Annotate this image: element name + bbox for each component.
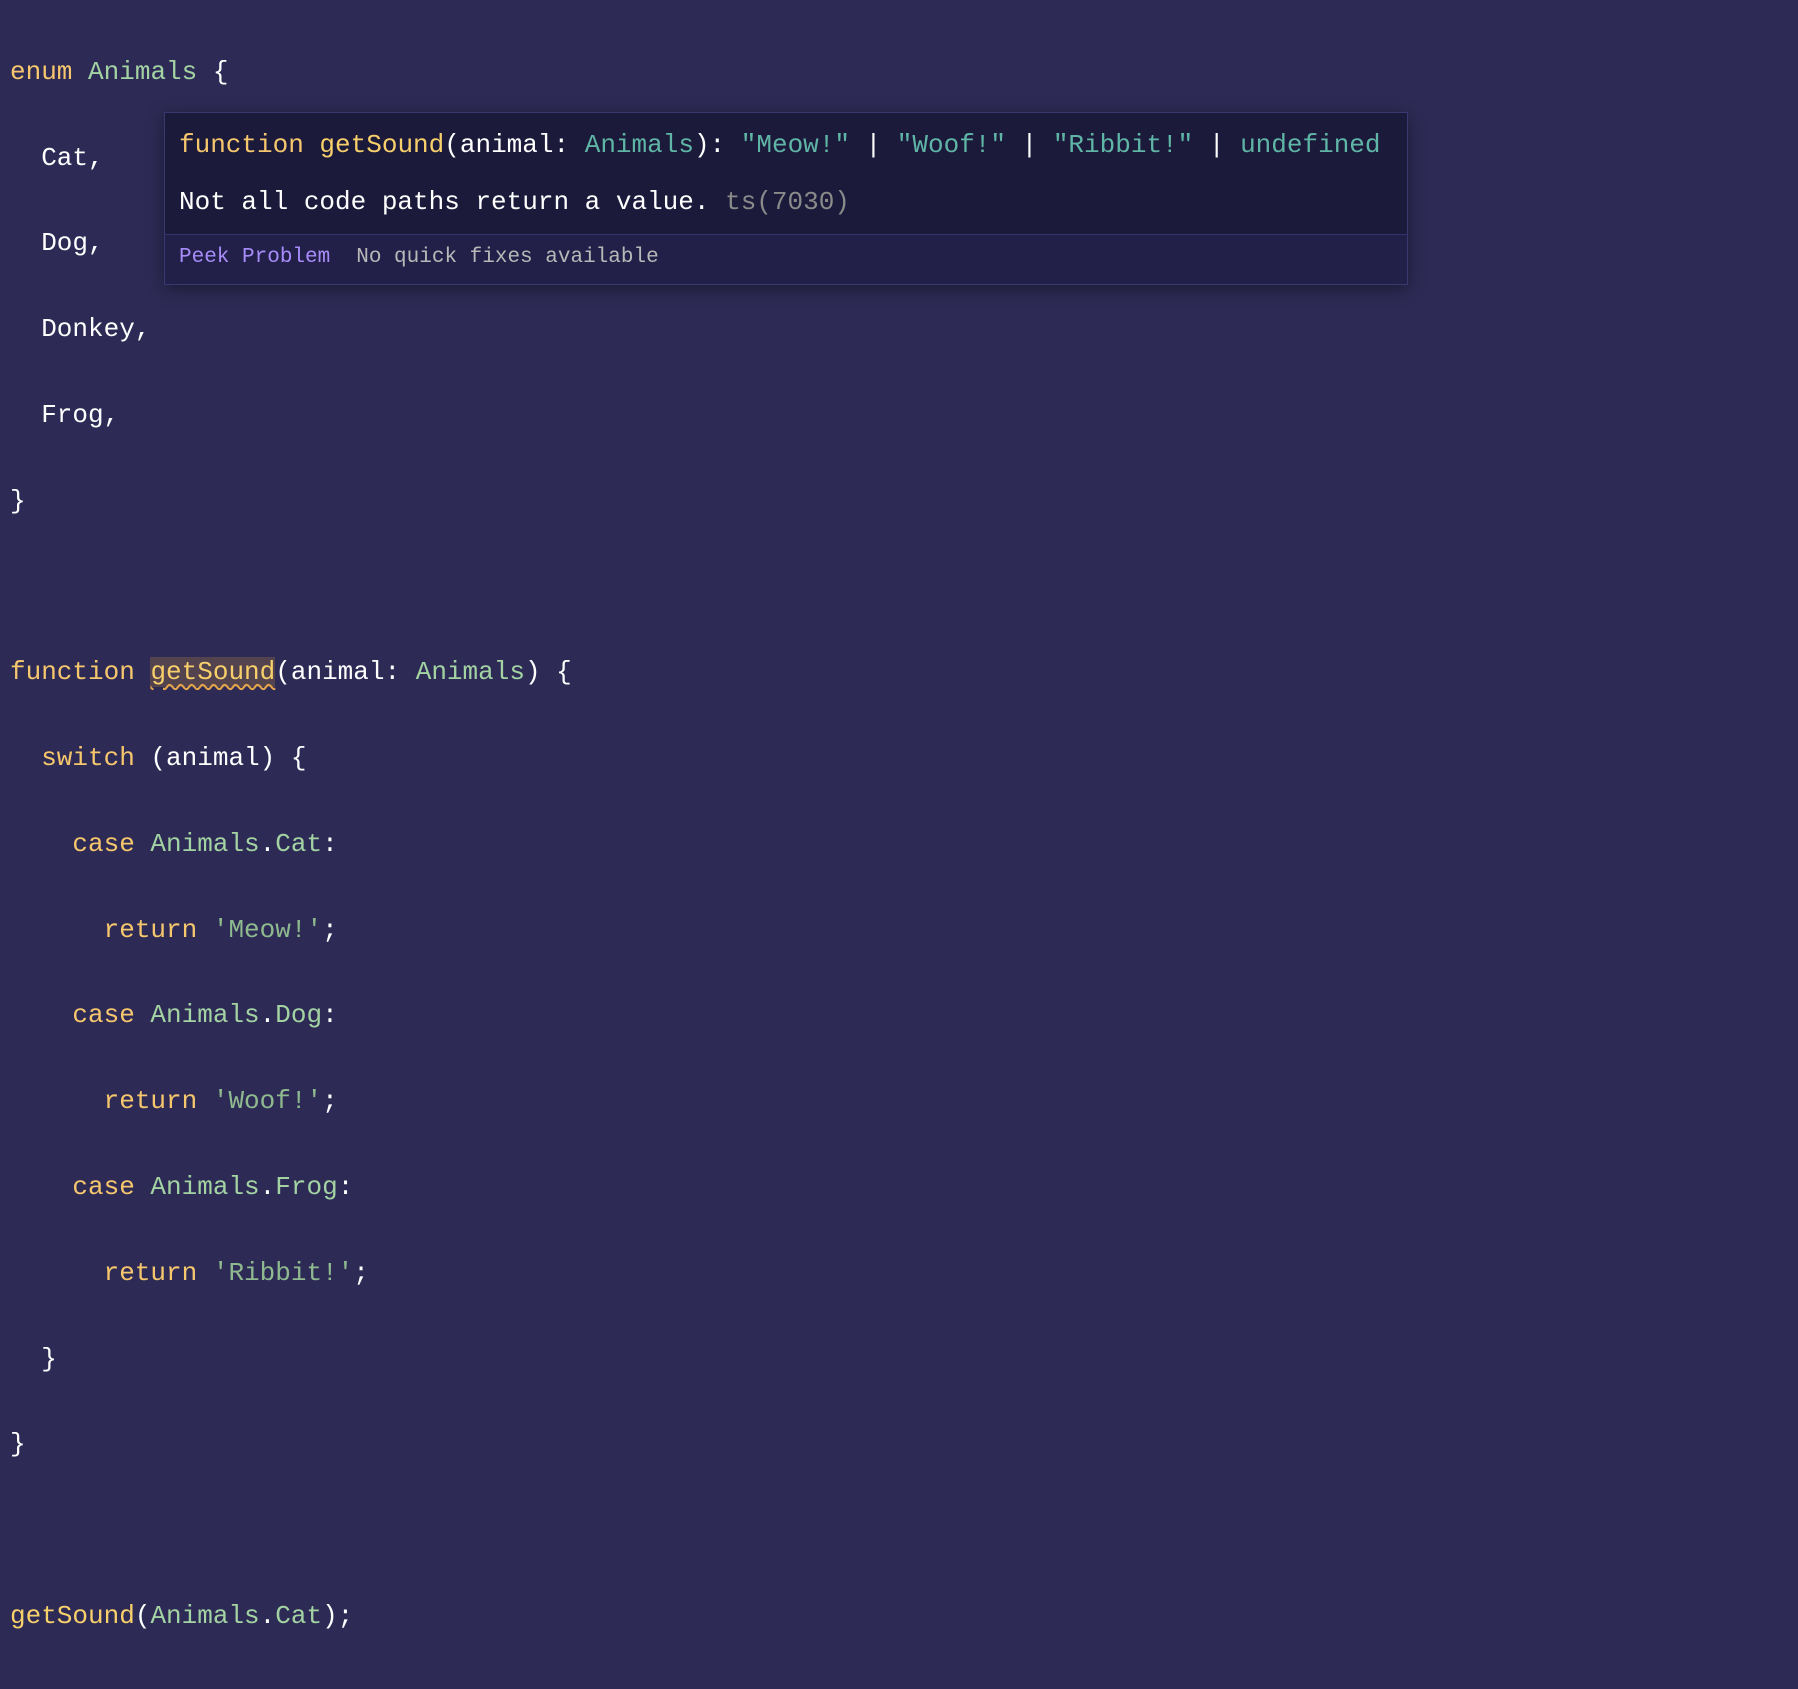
peek-problem-link[interactable]: Peek Problem: [179, 241, 330, 276]
code-line: case Animals.Frog:: [10, 1166, 1788, 1209]
code-line: }: [10, 480, 1788, 523]
hover-error-message: Not all code paths return a value. ts(70…: [165, 175, 1407, 234]
keyword-enum: enum: [10, 57, 72, 87]
hover-tooltip[interactable]: function getSound(animal: Animals): "Meo…: [164, 112, 1408, 285]
code-line: }: [10, 1423, 1788, 1466]
code-line: }: [10, 1338, 1788, 1381]
code-line: enum Animals {: [10, 51, 1788, 94]
hover-actions: Peek Problem No quick fixes available: [165, 234, 1407, 284]
enum-member-donkey: Donkey,: [10, 314, 150, 344]
code-line: [10, 566, 1788, 609]
enum-member-frog: Frog,: [10, 400, 119, 430]
code-line: getSound(Animals.Cat);: [10, 1595, 1788, 1638]
code-line: Frog,: [10, 394, 1788, 437]
no-quick-fixes-label: No quick fixes available: [356, 241, 658, 276]
hover-signature: function getSound(animal: Animals): "Meo…: [165, 113, 1407, 175]
enum-member-dog: Dog,: [10, 228, 104, 258]
error-code: ts(7030): [725, 187, 850, 217]
code-line: Donkey,: [10, 308, 1788, 351]
code-line: case Animals.Dog:: [10, 994, 1788, 1037]
code-line: function getSound(animal: Animals) {: [10, 651, 1788, 694]
code-line: return 'Woof!';: [10, 1080, 1788, 1123]
code-line: switch (animal) {: [10, 737, 1788, 780]
code-line: return 'Ribbit!';: [10, 1252, 1788, 1295]
enum-name: Animals: [88, 57, 197, 87]
keyword-switch: switch: [10, 743, 135, 773]
code-line: case Animals.Cat:: [10, 823, 1788, 866]
enum-member-cat: Cat,: [10, 143, 104, 173]
keyword-function: function: [10, 657, 135, 687]
code-line: return 'Meow!';: [10, 909, 1788, 952]
code-line: [10, 1509, 1788, 1552]
function-name-error[interactable]: getSound: [150, 657, 275, 687]
